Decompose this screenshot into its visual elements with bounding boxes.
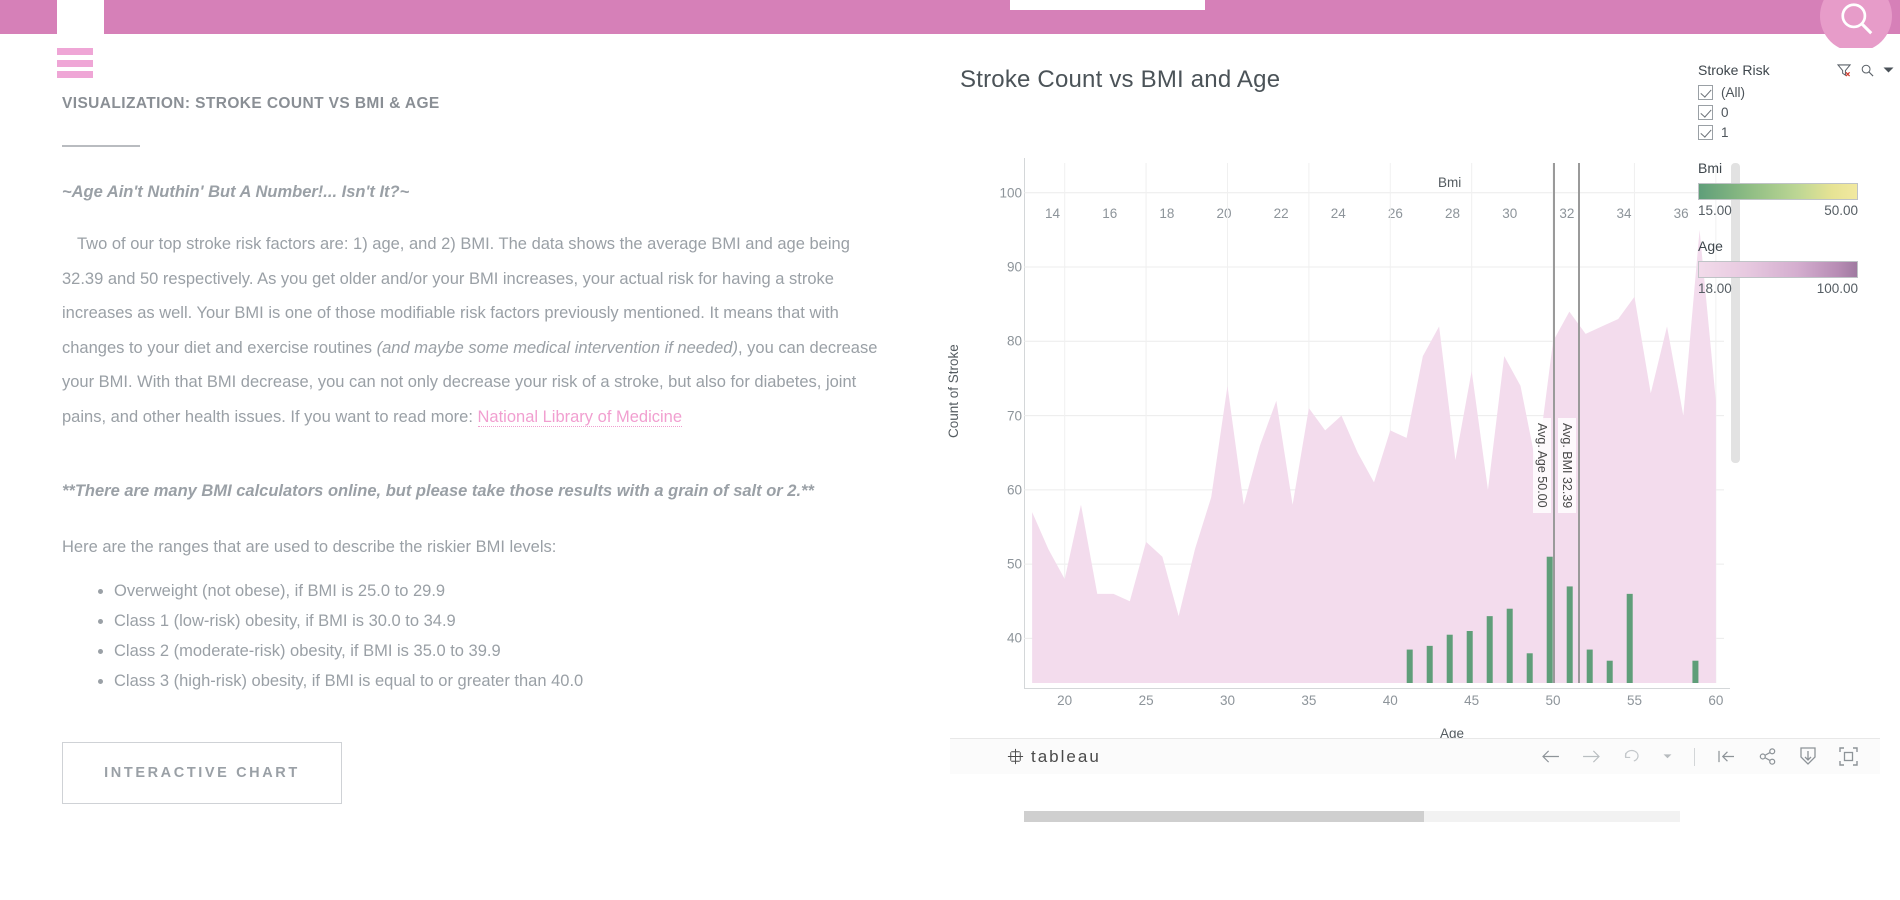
title-divider <box>62 145 140 147</box>
age-legend-min: 18.00 <box>1698 281 1732 296</box>
y-axis-ticks: 40 50 60 70 80 90 100 <box>970 158 1022 688</box>
filter-option-all[interactable]: (All) <box>1698 85 1894 100</box>
age-tick-label: 50 <box>1545 693 1561 708</box>
clear-filter-icon[interactable] <box>1837 63 1852 77</box>
filter-option-label: 0 <box>1721 105 1729 120</box>
share-icon[interactable] <box>1758 748 1777 765</box>
bmi-color-gradient <box>1698 183 1858 200</box>
reset-icon[interactable] <box>1717 749 1736 764</box>
y-axis-title: Count of Stroke <box>946 344 961 438</box>
age-tick-label: 60 <box>1708 693 1724 708</box>
filter-controls <box>1837 63 1894 77</box>
fullscreen-icon[interactable] <box>1839 747 1858 766</box>
age-tick-label: 35 <box>1301 693 1317 708</box>
search-icon[interactable] <box>1861 64 1874 77</box>
age-legend-max: 100.00 <box>1816 281 1858 296</box>
hamburger-bar <box>57 48 93 55</box>
chart-title: Stroke Count vs BMI and Age <box>960 66 1281 93</box>
avg-bmi-reference-line <box>1578 163 1580 683</box>
list-item: Class 1 (low-risk) obesity, if BMI is 30… <box>114 606 894 636</box>
bmi-legend-scale: 15.00 50.00 <box>1698 203 1858 218</box>
y-tick-label: 90 <box>1006 259 1022 275</box>
age-legend-scale: 18.00 100.00 <box>1698 281 1858 296</box>
y-tick-label: 40 <box>1006 630 1022 646</box>
list-item: Class 3 (high-risk) obesity, if BMI is e… <box>114 666 894 696</box>
checkbox-0[interactable] <box>1698 105 1713 120</box>
age-tick-label: 20 <box>1057 693 1073 708</box>
filter-option-label: 1 <box>1721 125 1729 140</box>
bmi-legend-title: Bmi <box>1698 160 1723 176</box>
tableau-mark-icon <box>1007 748 1024 765</box>
horizontal-scrollbar-thumb[interactable] <box>1024 811 1424 822</box>
y-tick-label: 70 <box>1006 408 1022 424</box>
page-title: VISUALIZATION: STROKE COUNT VS BMI & AGE <box>62 95 440 112</box>
plot-area[interactable]: Avg. Age 50.00 Avg. BMI 32.39 <box>1024 163 1724 822</box>
filter-option-label: (All) <box>1721 85 1745 100</box>
site-topbar <box>0 0 1900 52</box>
download-icon[interactable] <box>1799 747 1817 766</box>
y-tick-label: 50 <box>1006 556 1022 572</box>
hamburger-bar <box>57 59 93 67</box>
age-tick-label: 25 <box>1138 693 1154 708</box>
stroke-risk-filter-header: Stroke Risk <box>1698 62 1894 78</box>
topbar-center-pill <box>1010 0 1205 10</box>
y-tick-label: 100 <box>999 185 1022 201</box>
ranges-lead-text: Here are the ranges that are used to des… <box>62 538 557 556</box>
article-subheading: ~Age Ain't Nuthin' But A Number!... Isn'… <box>62 183 410 201</box>
age-axis-ticks: 20 25 30 35 40 45 50 55 60 <box>1024 693 1730 715</box>
bmi-calculator-note: **There are many BMI calculators online,… <box>62 482 814 500</box>
y-tick-label: 80 <box>1006 333 1022 349</box>
filter-option-1[interactable]: 1 <box>1698 125 1894 140</box>
age-tick-label: 55 <box>1626 693 1642 708</box>
hamburger-menu-icon[interactable] <box>57 48 93 78</box>
tableau-logo[interactable]: tableau <box>1006 747 1101 767</box>
search-icon[interactable] <box>1838 0 1876 38</box>
toolbar-divider <box>1694 747 1695 766</box>
age-legend-title: Age <box>1698 238 1723 254</box>
avg-bmi-reference-label: Avg. BMI 32.39 <box>1558 418 1576 514</box>
chart-svg <box>1024 163 1724 683</box>
filter-option-0[interactable]: 0 <box>1698 105 1894 120</box>
article-column: VISUALIZATION: STROKE COUNT VS BMI & AGE… <box>62 95 894 804</box>
x-axis-line <box>1024 688 1730 689</box>
tableau-wordmark: tableau <box>1031 746 1101 766</box>
avg-age-reference-label: Avg. Age 50.00 <box>1533 418 1552 513</box>
paragraph-italic-note: (and maybe some medical intervention if … <box>376 338 738 357</box>
revert-dropdown-icon[interactable] <box>1663 753 1672 760</box>
topbar-active-tab <box>57 0 104 34</box>
list-item: Overweight (not obese), if BMI is 25.0 t… <box>114 576 894 606</box>
forward-icon[interactable] <box>1582 749 1601 764</box>
back-icon[interactable] <box>1541 749 1560 764</box>
age-tick-label: 30 <box>1219 693 1235 708</box>
national-library-of-medicine-link[interactable]: National Library of Medicine <box>477 407 683 427</box>
interactive-chart-button[interactable]: INTERACTIVE CHART <box>62 742 342 804</box>
bmi-legend-min: 15.00 <box>1698 203 1732 218</box>
page-root: VISUALIZATION: STROKE COUNT VS BMI & AGE… <box>0 0 1900 900</box>
tableau-footer-toolbar: tableau <box>950 738 1880 774</box>
stroke-risk-filter-title: Stroke Risk <box>1698 62 1770 78</box>
chevron-down-icon[interactable] <box>1883 66 1894 74</box>
viz-toolbar <box>1541 747 1858 766</box>
article-paragraph: Two of our top stroke risk factors are: … <box>62 227 894 434</box>
avg-age-reference-line <box>1553 163 1556 683</box>
bmi-ranges-list: Overweight (not obese), if BMI is 25.0 t… <box>62 576 894 696</box>
list-item: Class 2 (moderate-risk) obesity, if BMI … <box>114 636 894 666</box>
bmi-legend-max: 50.00 <box>1824 203 1858 218</box>
legend-panel: Stroke Risk (All) 0 1 Bmi 15.00 50.00 Ag… <box>1698 62 1894 296</box>
y-tick-label: 60 <box>1006 482 1022 498</box>
plot-canvas[interactable] <box>1024 163 1724 683</box>
checkbox-all[interactable] <box>1698 85 1713 100</box>
age-tick-label: 45 <box>1464 693 1480 708</box>
revert-icon[interactable] <box>1623 749 1641 764</box>
hamburger-bar <box>57 71 93 78</box>
age-tick-label: 40 <box>1382 693 1398 708</box>
age-color-gradient <box>1698 261 1858 278</box>
checkbox-1[interactable] <box>1698 125 1713 140</box>
